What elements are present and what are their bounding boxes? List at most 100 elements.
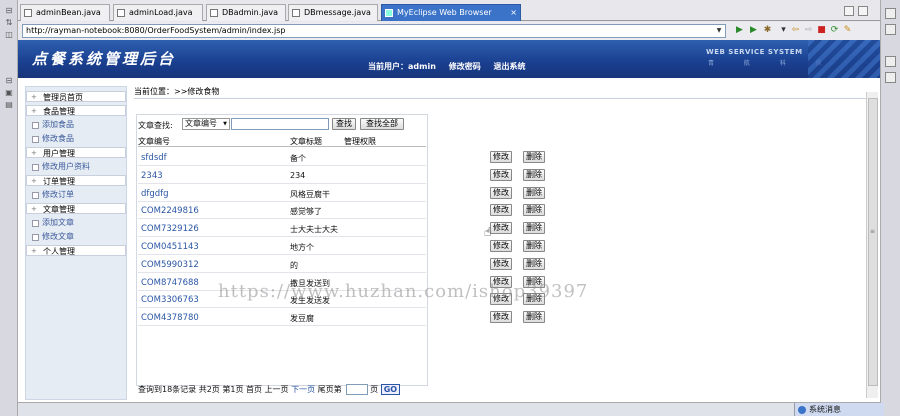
vertical-scrollbar[interactable]: ≡ [866, 92, 878, 398]
sidebar-item-2[interactable]: 添加食品 [26, 119, 128, 130]
edit-button[interactable]: 修改 [490, 257, 512, 270]
file-icon [117, 9, 125, 17]
tab-label: MyEclipse Web Browser [397, 8, 492, 17]
article-id[interactable]: sfdsdf [141, 153, 167, 163]
find-button[interactable]: 查找 [332, 118, 356, 130]
screen: ⊟ ⇅ ◫ ⊟ ▣ ▤ adminBean.java adminLoad.java… [0, 0, 900, 416]
delete-button[interactable]: 删除 [523, 186, 545, 199]
page-jump-input[interactable] [346, 384, 369, 395]
console-icon[interactable]: ▤ [4, 100, 14, 110]
next-page-link[interactable]: 下一页 [291, 385, 315, 394]
sidebar-item-4[interactable]: 用户管理 [26, 147, 126, 159]
scrollbar-thumb[interactable] [868, 98, 878, 386]
go-icon[interactable]: ▶ [734, 25, 745, 36]
edit-button[interactable]: 修改 [490, 222, 512, 235]
delete-button[interactable]: 删除 [523, 151, 545, 163]
tab-2[interactable]: DBadmin.java [206, 4, 286, 21]
url-dropdown-icon[interactable]: ▼ [714, 26, 724, 36]
sidebar-item-5[interactable]: 修改用户资料 [26, 161, 128, 172]
tab-1[interactable]: adminLoad.java [113, 4, 203, 21]
minimize-view-icon[interactable] [885, 8, 896, 19]
article-id[interactable]: COM2249816 [141, 206, 199, 216]
delete-button[interactable]: 删除 [523, 311, 545, 324]
message-icon [798, 406, 806, 414]
search-input[interactable] [231, 118, 329, 130]
restore-view-icon[interactable] [885, 56, 896, 67]
article-id[interactable]: COM8747688 [141, 278, 199, 288]
minimize-icon[interactable] [844, 6, 854, 16]
delete-button[interactable]: 删除 [523, 222, 545, 235]
sidebar-item-6[interactable]: 订单管理 [26, 175, 126, 187]
breadcrumb-divider [134, 98, 874, 99]
close-icon[interactable]: × [510, 5, 517, 20]
delete-button[interactable]: 删除 [523, 240, 545, 252]
run-icon[interactable]: ▶ [748, 25, 759, 36]
maximize-icon[interactable] [858, 6, 868, 16]
navigator-icon[interactable]: ◫ [4, 30, 14, 40]
pagination: 查询到18条记录 共2页 第1页 首页 上一页 下一页 尾页第 页 GO [138, 384, 401, 395]
system-message-button[interactable]: 系统消息 [794, 403, 884, 416]
debug-icon[interactable]: ✱ [762, 25, 773, 36]
article-id[interactable]: COM0451143 [141, 242, 199, 252]
tab-4[interactable]: MyEclipse Web Browser × [381, 4, 521, 21]
breadcrumb: 当前位置：>>修改食物 [134, 87, 220, 96]
back-icon[interactable]: ⇦ [790, 25, 801, 36]
change-password-link[interactable]: 修改密码 [449, 62, 481, 71]
sidebar-item-7[interactable]: 修改订单 [26, 189, 128, 200]
edit-button[interactable]: 修改 [490, 168, 512, 181]
dropdown-icon[interactable]: ▾ [778, 25, 789, 36]
browser-toolbar: http://rayman-notebook:8080/OrderFoodSys… [18, 22, 880, 40]
tab-0[interactable]: adminBean.java [20, 4, 110, 21]
sidebar-item-0[interactable]: 管理员首页 [26, 91, 126, 103]
site-banner: 点餐系统管理后台 当前用户：admin 修改密码 退出系统 WEB SERVIC… [18, 40, 880, 78]
url-field[interactable]: http://rayman-notebook:8080/OrderFoodSys… [22, 24, 726, 38]
tab-3[interactable]: DBmessage.java [288, 4, 378, 21]
site-logo: 点餐系统管理后台 [32, 50, 177, 68]
sidebar-item-10[interactable]: 修改文章 [26, 231, 128, 242]
sidebar-item-11[interactable]: 个人管理 [26, 245, 126, 257]
last-page-link[interactable]: 尾页 [318, 385, 334, 394]
delete-button[interactable]: 删除 [523, 257, 545, 270]
article-title: 士大夫士大夫 [290, 225, 338, 235]
article-id[interactable]: COM5990312 [141, 260, 199, 270]
search-field-select[interactable]: 文章编号 [182, 118, 230, 130]
package-explorer-icon[interactable]: ⊟ [4, 6, 14, 16]
article-title: 感觉够了 [290, 207, 322, 217]
edit-button[interactable]: 修改 [490, 151, 512, 163]
sidebar-item-9[interactable]: 添加文章 [26, 217, 128, 228]
file-icon [24, 9, 32, 17]
hierarchy-icon[interactable]: ⇅ [4, 18, 14, 28]
delete-button[interactable]: 删除 [523, 168, 545, 181]
sidebar-item-8[interactable]: 文章管理 [26, 203, 126, 215]
article-id[interactable]: 2343 [141, 171, 163, 181]
edit-button[interactable]: 修改 [490, 311, 512, 324]
edit-button[interactable]: 修改 [490, 204, 512, 217]
stop-icon[interactable]: ■ [816, 25, 827, 36]
article-title: 234 [290, 170, 306, 180]
article-id[interactable]: COM4378780 [141, 313, 199, 323]
find-all-button[interactable]: 查找全部 [360, 118, 404, 130]
properties-icon[interactable] [885, 72, 896, 83]
sidebar-item-3[interactable]: 修改食品 [26, 133, 128, 144]
edit-button[interactable]: 修改 [490, 186, 512, 199]
article-id[interactable]: COM7329126 [141, 224, 199, 234]
go-button[interactable]: GO [380, 384, 401, 395]
server-icon[interactable]: ▣ [4, 88, 14, 98]
forward-icon[interactable]: ⇨ [803, 25, 814, 36]
article-id[interactable]: dfgdfg [141, 189, 169, 199]
article-id[interactable]: COM3306763 [141, 295, 199, 305]
table-row: COM7329126 士大夫士大夫 修改 删除 [138, 219, 545, 238]
search-label: 文章查找: [138, 121, 173, 130]
view-menu-icon[interactable]: ⊟ [4, 76, 14, 86]
settings-icon[interactable]: ✎ [842, 25, 853, 36]
edit-button[interactable]: 修改 [490, 240, 512, 252]
article-title: 地方个 [290, 243, 314, 252]
refresh-icon[interactable]: ⟳ [829, 25, 840, 36]
table-row: dfgdfg 风格豆腐干 修改 删除 [138, 184, 545, 202]
delete-button[interactable]: 删除 [523, 204, 545, 217]
outline-icon[interactable] [885, 24, 896, 35]
article-title: 的 [290, 260, 298, 270]
sidebar-item-1[interactable]: 食品管理 [26, 105, 126, 117]
table-row: COM4378780 发豆腐 修改 删除 [138, 308, 545, 327]
logout-link[interactable]: 退出系统 [494, 62, 526, 71]
